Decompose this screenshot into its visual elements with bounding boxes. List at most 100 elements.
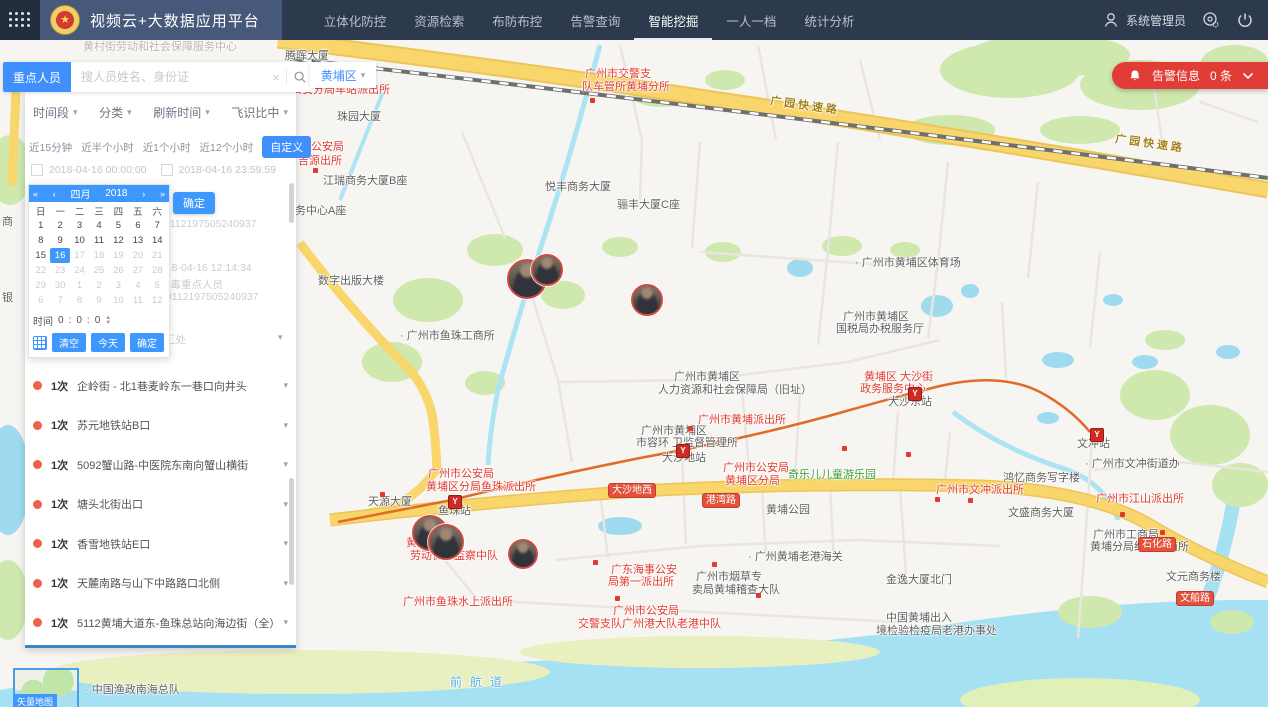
scrollbar-thumb[interactable] [289, 183, 294, 223]
person-photo-marker[interactable] [508, 539, 538, 569]
metro-station-icon[interactable]: Y [448, 495, 462, 509]
calendar-day[interactable]: 18 [89, 248, 108, 263]
calendar-day[interactable]: 4 [89, 218, 108, 233]
nav-item-1[interactable]: 资源检索 [400, 0, 478, 40]
calendar-day[interactable]: 7 [148, 218, 167, 233]
district-dropdown[interactable]: 黄埔区 ▾ [310, 62, 376, 88]
calendar-day[interactable]: 2 [89, 278, 108, 293]
chevron-down-icon[interactable]: ▾ [283, 538, 288, 549]
date-from[interactable]: 2018-04-16 00:00:00 [49, 164, 147, 176]
chevron-down-icon[interactable] [1242, 72, 1254, 80]
calendar-day[interactable]: 7 [50, 293, 69, 308]
calendar-day[interactable]: 21 [148, 248, 167, 263]
calendar-day[interactable]: 8 [70, 293, 89, 308]
list-item[interactable]: 1次苏元地铁站B口▾ [25, 406, 296, 446]
calendar-grid-icon[interactable] [33, 336, 47, 350]
calendar-day[interactable]: 11 [89, 233, 108, 248]
quick-range-1[interactable]: 近半个小时 [81, 140, 134, 155]
chevron-down-icon[interactable]: ▾ [283, 617, 288, 628]
calendar-day[interactable]: 11 [128, 293, 147, 308]
app-grid-button[interactable] [0, 0, 40, 40]
calendar-day[interactable]: 3 [70, 218, 89, 233]
calendar-day[interactable]: 17 [70, 248, 89, 263]
list-item[interactable]: 1次香雪地铁站E口▾ [25, 524, 296, 564]
nav-item-5[interactable]: 一人一档 [712, 0, 790, 40]
calendar-day[interactable]: 1 [31, 218, 50, 233]
calendar-day[interactable]: 26 [109, 263, 128, 278]
calendar-day[interactable]: 15 [31, 248, 50, 263]
calendar-day[interactable]: 13 [128, 233, 147, 248]
calendar-day[interactable]: 19 [109, 248, 128, 263]
time-hours[interactable]: 0 [58, 315, 64, 326]
calendar-day[interactable]: 16 [50, 248, 69, 263]
person-photo-marker[interactable] [531, 254, 563, 286]
calendar-day[interactable]: 4 [128, 278, 147, 293]
calendar-day[interactable]: 22 [31, 263, 50, 278]
calendar-day[interactable]: 24 [70, 263, 89, 278]
time-seconds[interactable]: 0 [95, 315, 101, 326]
filter-0[interactable]: 时间段▾ [33, 104, 78, 121]
calendar-day[interactable]: 5 [109, 218, 128, 233]
nav-item-4[interactable]: 智能挖掘 [634, 0, 712, 40]
chevron-down-icon[interactable]: ▾ [283, 420, 288, 431]
list-item[interactable]: 1次5112黄埔大道东-鱼珠总站向海边街（全）▾ [25, 603, 296, 643]
person-photo-marker[interactable] [631, 284, 663, 316]
time-spinner[interactable]: ▲▼ [105, 316, 111, 326]
metro-station-icon[interactable]: Y [908, 387, 922, 401]
quick-range-3[interactable]: 近12个小时 [200, 140, 254, 155]
filter-1[interactable]: 分类▾ [99, 104, 132, 121]
power-logout-icon[interactable] [1236, 11, 1254, 29]
metro-station-icon[interactable]: Y [676, 444, 690, 458]
nav-item-6[interactable]: 统计分析 [790, 0, 868, 40]
list-item[interactable]: 1次5092蟹山路-中医院东南向蟹山横街▾ [25, 445, 296, 485]
settings-badge-icon[interactable] [1202, 11, 1220, 29]
chevron-down-icon[interactable]: ▾ [283, 459, 288, 470]
quick-range-2[interactable]: 近1个小时 [143, 140, 191, 155]
key-person-tag[interactable]: 重点人员 [3, 62, 71, 92]
calendar-day[interactable]: 3 [109, 278, 128, 293]
quick-range-0[interactable]: 近15分钟 [29, 140, 72, 155]
calendar-day[interactable]: 12 [148, 293, 167, 308]
date-to[interactable]: 2018-04-16 23:59:59 [179, 164, 277, 176]
prev-year-icon[interactable]: « [33, 189, 38, 199]
calendar-day[interactable]: 2 [50, 218, 69, 233]
next-year-icon[interactable]: » [160, 189, 165, 199]
calendar-day[interactable]: 25 [89, 263, 108, 278]
list-item[interactable]: 1次天麓南路与山下中路路口北侧▾ [25, 564, 296, 604]
calendar-day[interactable]: 10 [109, 293, 128, 308]
calendar-day[interactable]: 6 [128, 218, 147, 233]
next-month-icon[interactable]: › [142, 189, 145, 199]
user-menu[interactable]: 系统管理员 [1102, 11, 1186, 29]
clear-search-icon[interactable]: × [272, 70, 280, 85]
calendar-day[interactable]: 27 [128, 263, 147, 278]
filter-3[interactable]: 飞识比中▾ [231, 104, 288, 121]
calendar-day[interactable]: 6 [31, 293, 50, 308]
chevron-down-icon[interactable]: ▾ [283, 578, 288, 589]
minimap-toggle[interactable]: 矢量地图 [13, 668, 79, 707]
time-minutes[interactable]: 0 [76, 315, 82, 326]
list-item[interactable]: 1次企岭街 - 北1巷麦岭东一巷口向井头▾ [25, 366, 296, 406]
calendar-day[interactable]: 10 [70, 233, 89, 248]
calendar-day[interactable]: 30 [50, 278, 69, 293]
ok-button[interactable]: 确定 [130, 333, 164, 352]
today-button[interactable]: 今天 [91, 333, 125, 352]
calendar-day[interactable]: 12 [109, 233, 128, 248]
chevron-down-icon[interactable]: ▾ [278, 332, 283, 343]
nav-item-2[interactable]: 布防布控 [478, 0, 556, 40]
list-item[interactable]: 1次塘头北街出口▾ [25, 485, 296, 525]
calendar-day[interactable]: 9 [89, 293, 108, 308]
custom-range-button[interactable]: 自定义 [262, 136, 311, 158]
calendar-year[interactable]: 2018 [105, 188, 127, 199]
alert-info-pill[interactable]: 告警信息 0 条 [1112, 62, 1268, 89]
nav-item-0[interactable]: 立体化防控 [310, 0, 401, 40]
calendar-day[interactable]: 1 [70, 278, 89, 293]
calendar-day[interactable]: 20 [128, 248, 147, 263]
calendar-day[interactable]: 28 [148, 263, 167, 278]
scrollbar-thumb[interactable] [289, 478, 294, 585]
confirm-button[interactable]: 确定 [173, 192, 215, 214]
chevron-down-icon[interactable]: ▾ [283, 499, 288, 510]
calendar-day[interactable]: 9 [50, 233, 69, 248]
calendar-day[interactable]: 29 [31, 278, 50, 293]
nav-item-3[interactable]: 告警查询 [556, 0, 634, 40]
calendar-day[interactable]: 5 [148, 278, 167, 293]
